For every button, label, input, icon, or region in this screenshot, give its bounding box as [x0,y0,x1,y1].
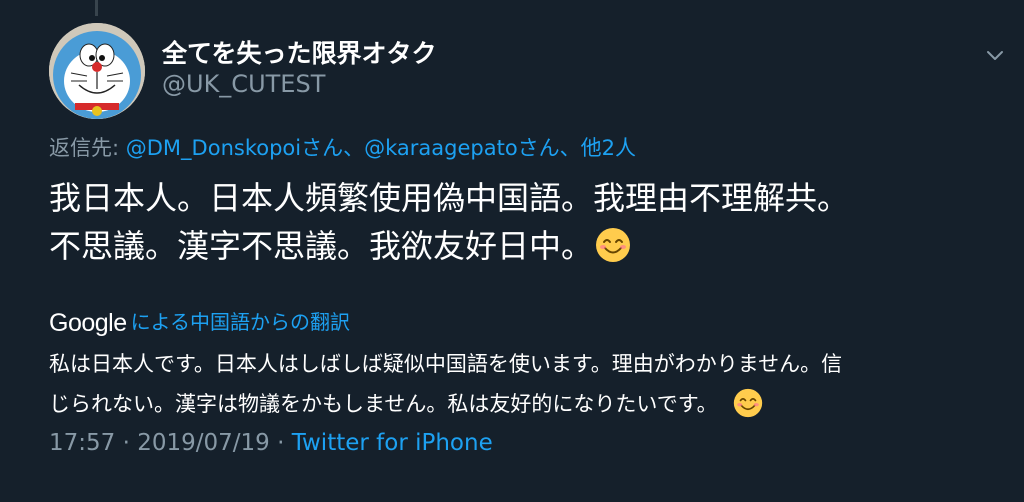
translated-line-2: じられない。漢字は物議をかもしません。私は友好的になりたいです。 [49,392,718,416]
thread-connector-line [95,0,98,16]
mention-suffix-1[interactable]: さん、 [301,136,364,160]
meta-separator: · [115,430,138,456]
chevron-down-icon[interactable] [982,42,1008,68]
display-name[interactable]: 全てを失った限界オタク [162,34,437,70]
avatar[interactable] [49,23,145,119]
smiling-face-emoji [733,388,763,418]
doraemon-avatar-image [49,23,145,119]
tweet-line-1: 我日本人。日本人頻繁使用偽中国語。我理由不理解共。 [49,179,850,217]
tweet-time[interactable]: 17:57 [49,430,115,456]
mention-link-1[interactable]: @DM_Donskopoi [126,136,301,160]
translated-text: 私は日本人です。日本人はしばしば疑似中国語を使います。理由がわかりません。信 じ… [49,344,1004,424]
tweet-date[interactable]: 2019/07/19 [137,430,270,456]
google-logo: Google [49,309,127,337]
meta-separator: · [269,430,292,456]
reply-prefix: 返信先: [49,136,126,160]
smiling-face-emoji [596,228,631,262]
tweet-text: 我日本人。日本人頻繁使用偽中国語。我理由不理解共。 不思議。漢字不思議。我欲友好… [49,174,999,270]
tweet-metadata: 17:57 · 2019/07/19 · Twitter for iPhone [49,430,493,456]
translated-line-1: 私は日本人です。日本人はしばしば疑似中国語を使います。理由がわかりません。信 [49,352,843,376]
user-handle[interactable]: @UK_CUTEST [162,70,325,98]
translated-line-2-wrap: じられない。漢字は物議をかもしません。私は友好的になりたいです。 [49,384,1004,424]
translation-source-link[interactable]: による中国語からの翻訳 [131,310,350,334]
mention-link-2[interactable]: @karaagepato [364,136,518,160]
tweet-line-2: 不思議。漢字不思議。我欲友好日中。 [49,227,594,265]
reply-to-line: 返信先: @DM_Donskopoiさん、@karaagepatoさん、他2人 [49,132,636,162]
tweet-source-link[interactable]: Twitter for iPhone [292,430,493,456]
tweet-line-2-wrap: 不思議。漢字不思議。我欲友好日中。 [49,222,999,270]
others-link[interactable]: 他2人 [581,136,636,160]
translation-header: Google による中国語からの翻訳 [49,306,350,338]
mention-suffix-2[interactable]: さん、 [518,136,581,160]
